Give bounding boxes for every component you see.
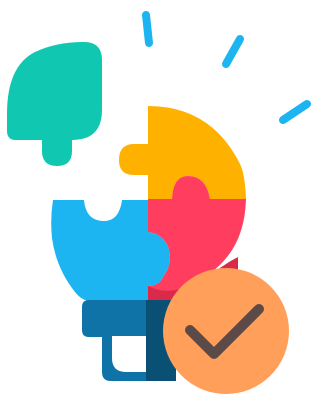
light-rays bbox=[142, 11, 311, 124]
lightbulb-puzzle-illustration bbox=[7, 11, 311, 394]
check-badge bbox=[163, 268, 289, 394]
ray-right bbox=[279, 100, 311, 124]
ray-top bbox=[142, 11, 153, 47]
ray-upper-right bbox=[222, 35, 244, 68]
illustration-canvas bbox=[0, 0, 312, 398]
teal-puzzle-piece bbox=[7, 42, 102, 166]
